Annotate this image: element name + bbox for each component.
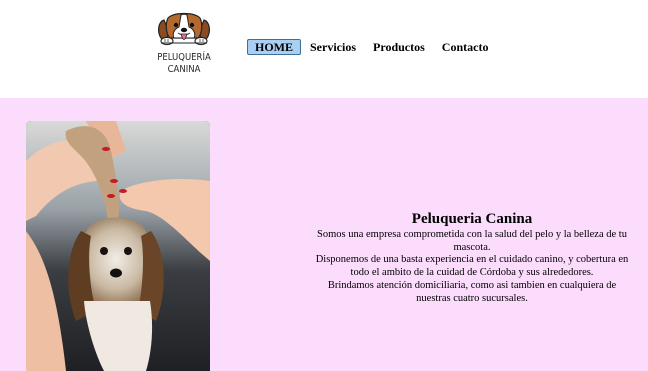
hero-paragraph-1: Somos una empresa comprometida con la sa… [317,229,627,253]
main-nav: HOME Servicios Productos Contacto [247,39,497,55]
nav-home[interactable]: HOME [247,39,301,55]
groomer-brushing-yorkshire-terrier-photo [26,121,210,371]
logo-text-line1: PELUQUERÍA [157,52,211,63]
logo-text-line2: CANINA [167,64,201,75]
dog-face-icon [158,12,210,46]
hero-text: Peluqueria Canina Somos una empresa comp… [312,211,632,305]
hero-section: Peluqueria Canina Somos una empresa comp… [0,98,648,371]
page-title: Peluqueria Canina [411,211,533,227]
site-header: PELUQUERÍA CANINA HOME Servicios Product… [0,0,648,98]
nav-productos[interactable]: Productos [365,39,433,55]
nav-servicios[interactable]: Servicios [302,39,364,55]
hero-paragraph-3: Brindamos atención domiciliaria, como as… [327,279,617,304]
hero-paragraph-2: Disponemos de una basta experiencia en e… [315,254,629,279]
nav-contacto[interactable]: Contacto [434,39,497,55]
logo[interactable]: PELUQUERÍA CANINA [152,10,216,82]
